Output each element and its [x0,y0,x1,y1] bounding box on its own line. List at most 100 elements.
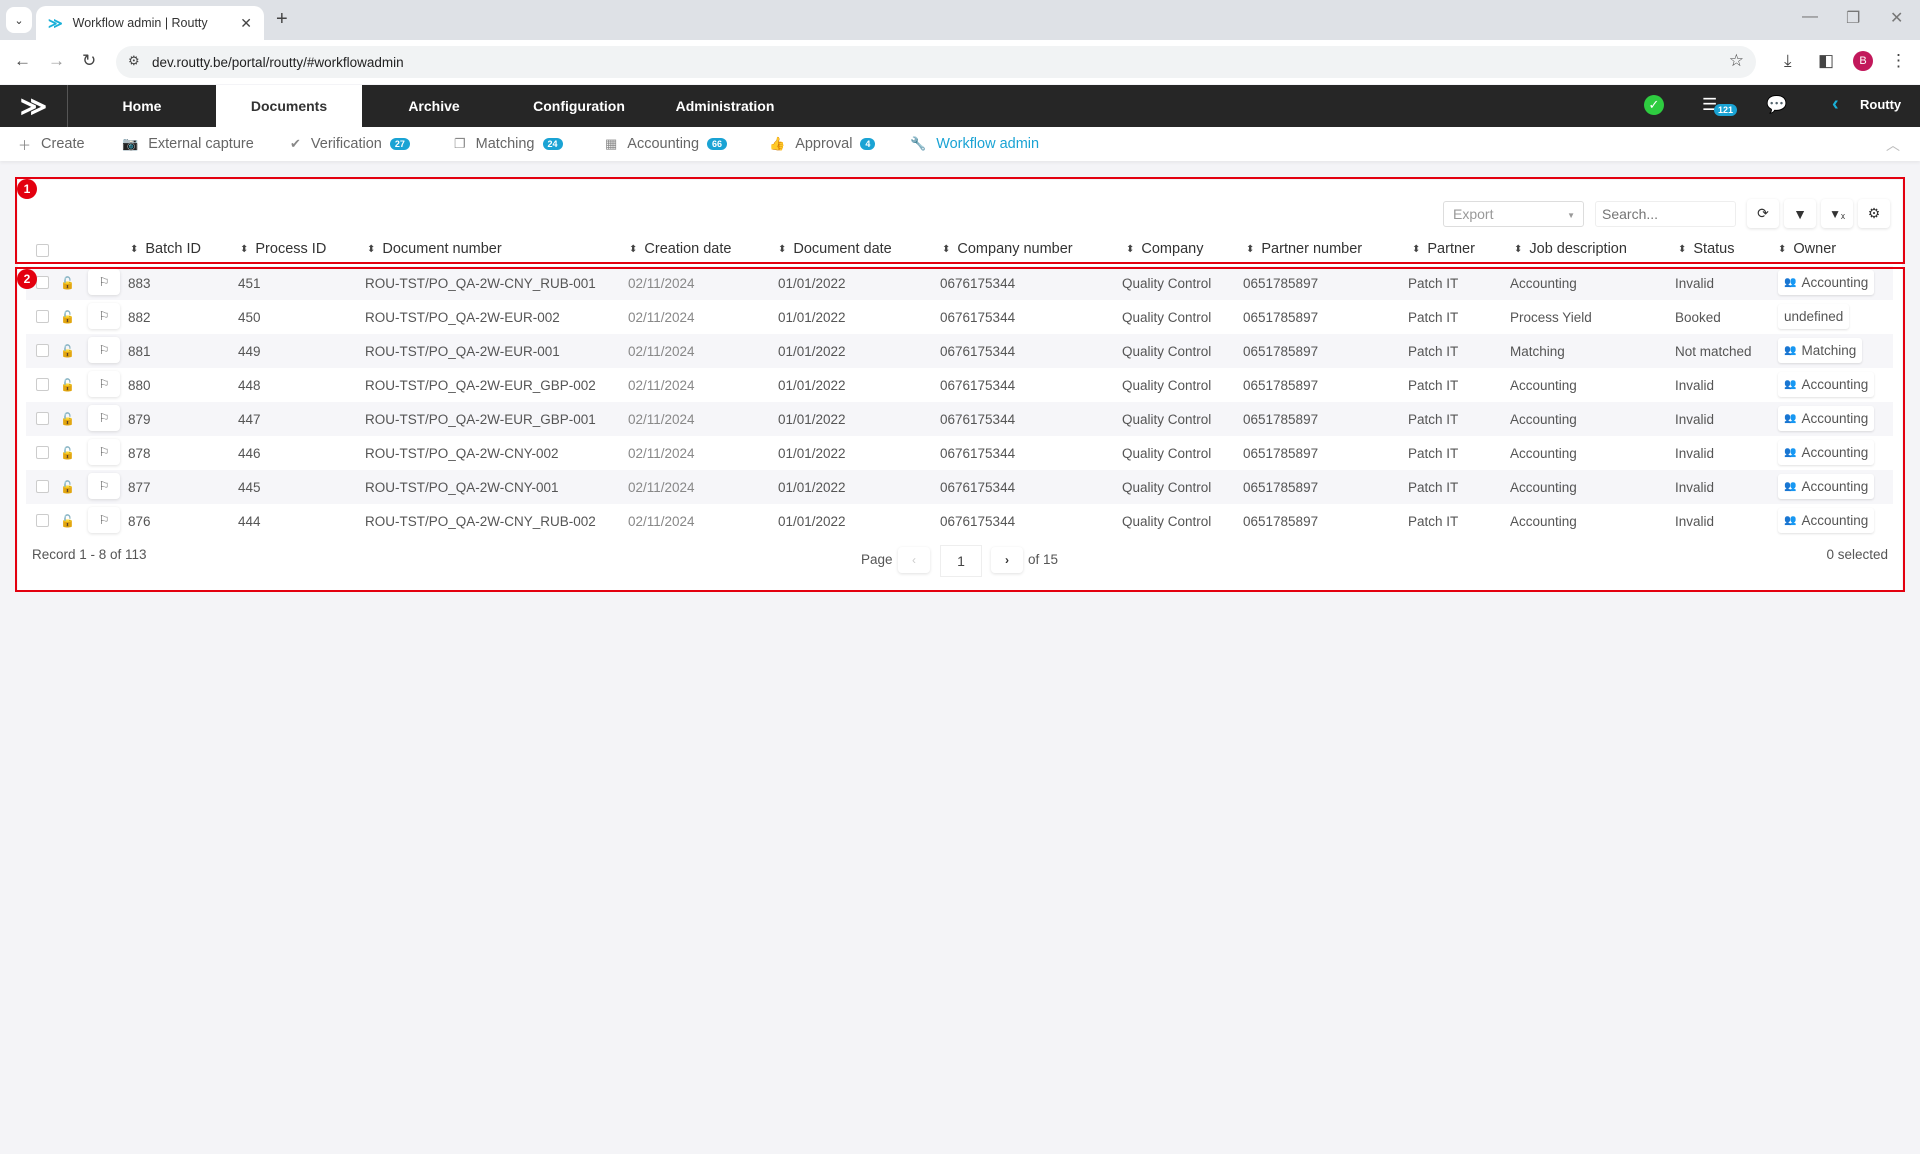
search-input[interactable] [1595,201,1736,227]
unlock-icon[interactable]: 🔓 [60,378,75,392]
table-row[interactable]: 🔓 ⚐ 882 450 ROU-TST/PO_QA-2W-EUR-002 02/11/20… [26,300,1893,334]
wrench-icon: 🔧 [910,136,927,151]
table-row[interactable]: 🔓 ⚐ 876 444 ROU-TST/PO_QA-2W-CNY_RUB-002 02/1… [26,504,1893,538]
row-checkbox[interactable] [36,378,49,391]
flag-button[interactable]: ⚐ [88,507,120,533]
table-row[interactable]: 🔓 ⚐ 877 445 ROU-TST/PO_QA-2W-CNY-001 02/11/20… [26,470,1893,504]
clear-filter-button[interactable]: ▼ₓ [1821,199,1853,228]
column-document-number[interactable]: ⬍ Document number [367,241,502,257]
column-company-number[interactable]: ⬍ Company number [942,241,1073,257]
subnav-approval[interactable]: 👍 Approval 4 [769,127,876,161]
column-partner-number[interactable]: ⬍ Partner number [1246,241,1362,257]
menu-documents[interactable]: Documents [216,85,362,127]
row-checkbox[interactable] [36,276,49,289]
flag-button[interactable]: ⚐ [88,405,120,431]
column-label: Creation date [644,241,732,257]
filter-button[interactable]: ▼ [1784,199,1816,228]
subnav-create[interactable]: ＋ Create [18,127,85,161]
table-row[interactable]: 🔓 ⚐ 878 446 ROU-TST/PO_QA-2W-CNY-002 02/11/20… [26,436,1893,470]
minimize-icon[interactable]: — [1802,8,1818,26]
browser-menu-icon[interactable]: ⋮ [1890,51,1907,71]
column-job-description[interactable]: ⬍ Job description [1514,241,1627,257]
column-status[interactable]: ⬍ Status [1678,241,1735,257]
profile-avatar[interactable]: B [1853,51,1873,71]
menu-configuration[interactable]: Configuration [506,85,652,127]
unlock-icon[interactable]: 🔓 [60,446,75,460]
column-process-id[interactable]: ⬍ Process ID [240,241,326,257]
owner-badge[interactable]: 👥 Accounting [1778,474,1875,499]
unlock-icon[interactable]: 🔓 [60,480,75,494]
reload-icon[interactable]: ↻ [82,51,96,71]
page-number-input[interactable] [940,545,982,577]
row-checkbox[interactable] [36,480,49,493]
restore-icon[interactable]: ❐ [1846,8,1860,28]
owner-badge[interactable]: 👥 Accounting [1778,270,1875,295]
unlock-icon[interactable]: 🔓 [60,276,75,290]
owner-badge[interactable]: 👥 Matching [1778,338,1863,363]
row-checkbox[interactable] [36,412,49,425]
download-icon[interactable]: ⤓ [1784,51,1792,71]
flag-button[interactable]: ⚐ [88,337,120,363]
user-menu[interactable]: Routty [1860,97,1901,112]
back-icon[interactable]: ← [14,51,31,71]
close-window-icon[interactable]: ✕ [1890,8,1903,28]
owner-badge[interactable]: undefined [1778,304,1850,329]
new-tab-button[interactable]: + [276,8,288,31]
bookmark-star-icon[interactable]: ☆ [1729,51,1744,71]
owner-badge[interactable]: 👥 Accounting [1778,372,1875,397]
table-row[interactable]: 🔓 ⚐ 880 448 ROU-TST/PO_QA-2W-EUR_GBP-002 02/1… [26,368,1893,402]
column-batch-id[interactable]: ⬍ Batch ID [130,241,201,257]
menu-administration[interactable]: Administration [652,85,798,127]
flag-button[interactable]: ⚐ [88,439,120,465]
flag-button[interactable]: ⚐ [88,473,120,499]
unlock-icon[interactable]: 🔓 [60,412,75,426]
forward-icon[interactable]: → [48,51,65,71]
table-row[interactable]: 🔓 ⚐ 883 451 ROU-TST/PO_QA-2W-CNY_RUB-001 02/1… [26,266,1893,300]
subnav-verification[interactable]: ✔ Verification 27 [290,127,410,161]
prev-page-button[interactable]: ‹ [898,547,930,573]
browser-tab[interactable]: ≫ Workflow admin | Routty ✕ [36,6,264,40]
unlock-icon[interactable]: 🔓 [60,310,75,324]
site-settings-icon[interactable]: ⚙ [128,53,140,69]
settings-button[interactable]: ⚙ [1858,199,1890,228]
subnav-workflow-admin[interactable]: 🔧 Workflow admin [910,127,1039,161]
flag-button[interactable]: ⚐ [88,269,120,295]
column-creation-date[interactable]: ⬍ Creation date [629,241,731,257]
side-panel-icon[interactable]: ◧ [1818,51,1834,71]
owner-badge[interactable]: 👥 Accounting [1778,508,1875,533]
menu-home[interactable]: Home [68,85,216,127]
subnav-accounting[interactable]: ▦ Accounting 66 [605,127,728,161]
flag-button[interactable]: ⚐ [88,303,120,329]
unlock-icon[interactable]: 🔓 [60,344,75,358]
export-dropdown[interactable]: Export ▼ [1443,201,1584,227]
table-row[interactable]: 🔓 ⚐ 879 447 ROU-TST/PO_QA-2W-EUR_GBP-001 02/1… [26,402,1893,436]
subnav-external-capture[interactable]: 📷 External capture [122,127,254,161]
collapse-chevron-icon[interactable]: ︿ [1886,135,1900,155]
flag-button[interactable]: ⚐ [88,371,120,397]
column-document-date[interactable]: ⬍ Document date [778,241,892,257]
chat-icon[interactable]: 💬 [1766,95,1787,115]
column-company[interactable]: ⬍ Company [1126,241,1203,257]
routty-logo[interactable]: ≫ [0,85,68,127]
column-partner[interactable]: ⬍ Partner [1412,241,1475,257]
flag-icon: ⚐ [98,411,110,425]
refresh-button[interactable]: ⟳ [1747,199,1779,228]
row-checkbox[interactable] [36,514,49,527]
row-checkbox[interactable] [36,446,49,459]
tab-list-button[interactable]: ⌄ [6,7,32,33]
subnav-matching[interactable]: ❐ Matching 24 [454,127,563,161]
url-bar[interactable]: ⚙ dev.routty.be/portal/routty/#workflowa… [116,46,1756,78]
next-page-button[interactable]: › [991,547,1023,573]
owner-badge[interactable]: 👥 Accounting [1778,440,1875,465]
column-owner[interactable]: ⬍ Owner [1778,241,1836,257]
table-row[interactable]: 🔓 ⚐ 881 449 ROU-TST/PO_QA-2W-EUR-001 02/11/20… [26,334,1893,368]
users-group-icon: 👥 [1784,345,1797,356]
row-checkbox[interactable] [36,310,49,323]
menu-archive[interactable]: Archive [362,85,506,127]
row-checkbox[interactable] [36,344,49,357]
select-all-checkbox[interactable] [36,244,49,257]
status-ok-icon[interactable]: ✓ [1644,95,1664,115]
unlock-icon[interactable]: 🔓 [60,514,75,528]
owner-badge[interactable]: 👥 Accounting [1778,406,1875,431]
close-tab-icon[interactable]: ✕ [240,15,252,32]
